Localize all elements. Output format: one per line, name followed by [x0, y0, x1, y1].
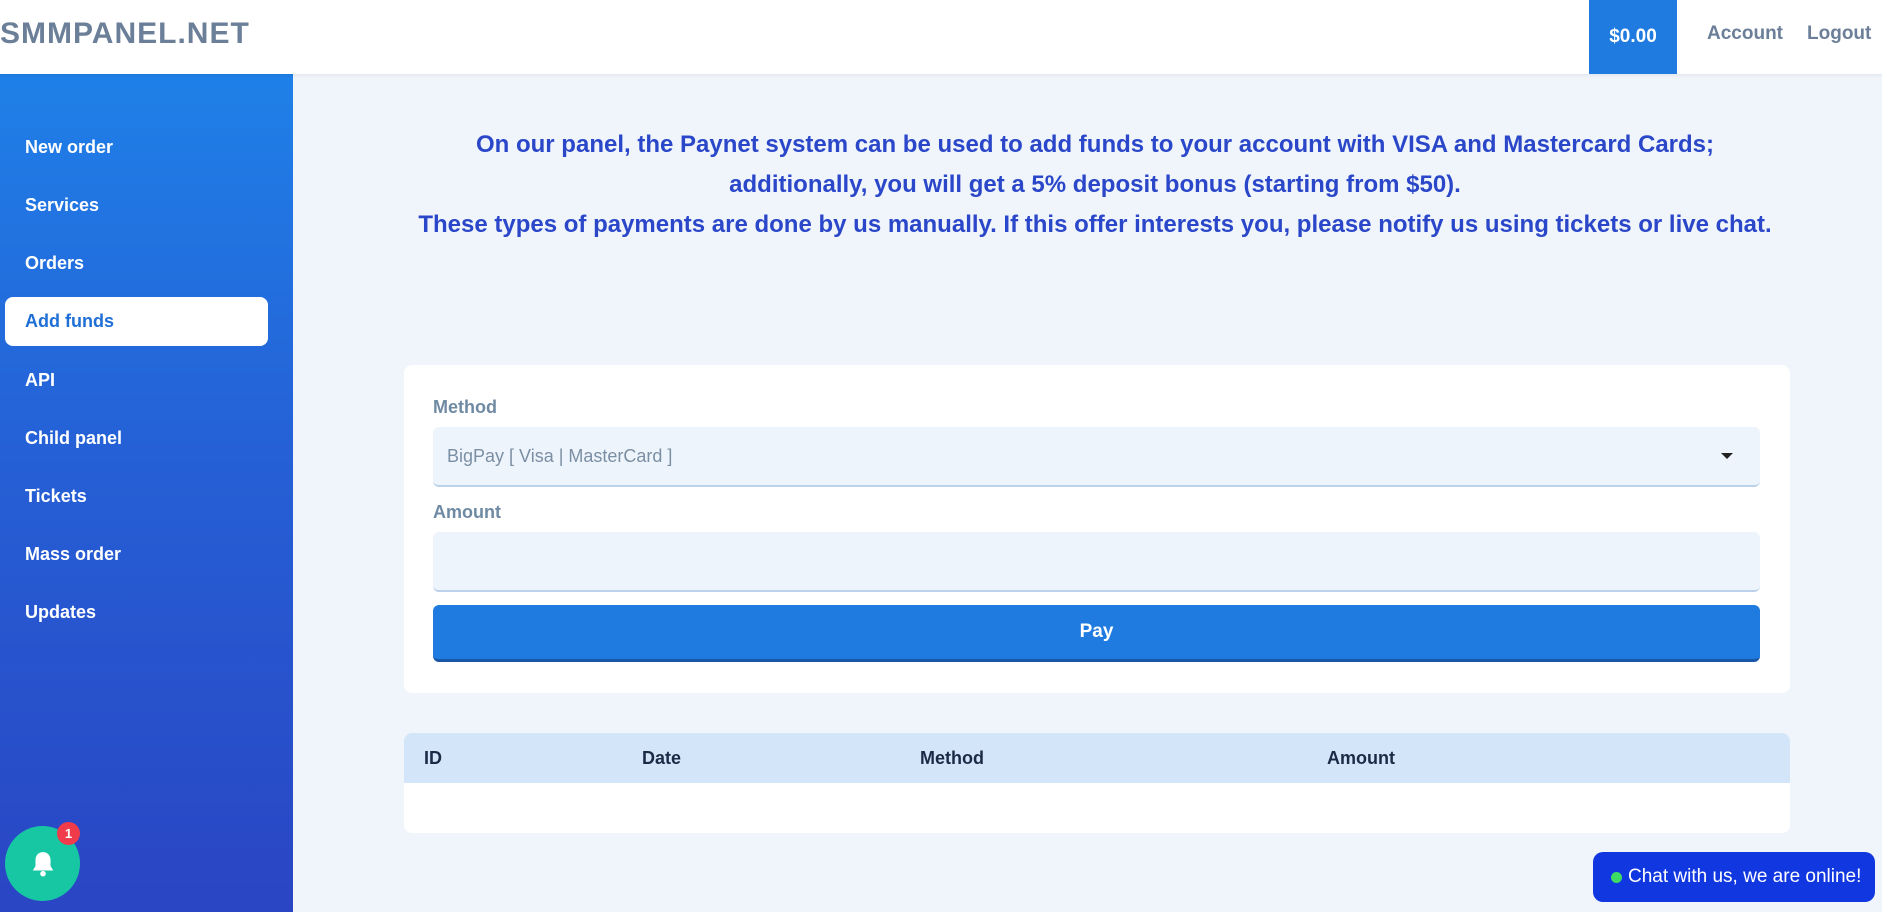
column-header-id: ID — [424, 747, 442, 768]
sidebar-item-label: New order — [25, 137, 114, 157]
amount-label: Amount — [433, 502, 501, 522]
column-header-date: Date — [642, 747, 682, 768]
method-label: Method — [433, 397, 497, 417]
sidebar: New order Services Orders Add funds API … — [0, 74, 293, 912]
logout-link[interactable]: Logout — [1807, 0, 1871, 67]
payment-notice: On our panel, the Paynet system can be u… — [293, 125, 1882, 245]
sidebar-item-label: Orders — [25, 253, 85, 273]
account-link[interactable]: Account — [1707, 0, 1783, 67]
brand-logo[interactable]: SMMPANEL.NET — [0, 17, 250, 51]
table-header: ID Date Method Amount — [404, 733, 1790, 783]
sidebar-item-label: Mass order — [25, 544, 122, 564]
column-header-method: Method — [920, 747, 984, 768]
sidebar-item-services[interactable]: Services — [5, 181, 268, 230]
sidebar-item-label: Services — [25, 195, 100, 215]
sidebar-item-label: Updates — [25, 602, 97, 622]
sidebar-item-tickets[interactable]: Tickets — [5, 472, 268, 521]
sidebar-item-label: API — [25, 370, 56, 390]
sidebar-item-updates[interactable]: Updates — [5, 588, 268, 637]
sidebar-item-child-panel[interactable]: Child panel — [5, 414, 268, 463]
sidebar-item-label: Tickets — [25, 486, 87, 506]
notification-badge: 1 — [57, 822, 80, 845]
sidebar-item-api[interactable]: API — [5, 356, 268, 405]
sidebar-item-label: Add funds — [25, 311, 114, 331]
chat-label: Chat with us, we are online! — [1628, 866, 1862, 887]
online-status-icon — [1611, 871, 1622, 883]
pay-button[interactable]: Pay — [433, 605, 1760, 662]
notice-line: On our panel, the Paynet system can be u… — [475, 131, 1714, 158]
notice-line: These types of payments are done by us m… — [418, 211, 1772, 238]
sidebar-item-label: Child panel — [25, 428, 123, 448]
method-selected-value: BigPay [ Visa | MasterCard ] — [447, 445, 673, 466]
top-navbar: SMMPANEL.NET $0.00 Account Logout — [0, 0, 1882, 74]
column-header-amount: Amount — [1327, 747, 1395, 768]
add-funds-form: Method BigPay [ Visa | MasterCard ] Amou… — [404, 365, 1790, 693]
amount-input[interactable] — [433, 532, 1760, 592]
caret-down-icon — [1721, 453, 1733, 459]
bell-icon — [32, 851, 53, 876]
sidebar-item-new-order[interactable]: New order — [5, 123, 268, 172]
sidebar-item-orders[interactable]: Orders — [5, 239, 268, 288]
balance-button[interactable]: $0.00 — [1589, 0, 1677, 74]
method-select[interactable]: BigPay [ Visa | MasterCard ] — [433, 427, 1760, 487]
live-chat-button[interactable]: Chat with us, we are online! — [1593, 852, 1875, 902]
sidebar-item-mass-order[interactable]: Mass order — [5, 530, 268, 579]
sidebar-item-add-funds[interactable]: Add funds — [5, 297, 268, 346]
payments-history-table: ID Date Method Amount — [404, 733, 1790, 833]
notice-line: additionally, you will get a 5% deposit … — [729, 171, 1461, 198]
